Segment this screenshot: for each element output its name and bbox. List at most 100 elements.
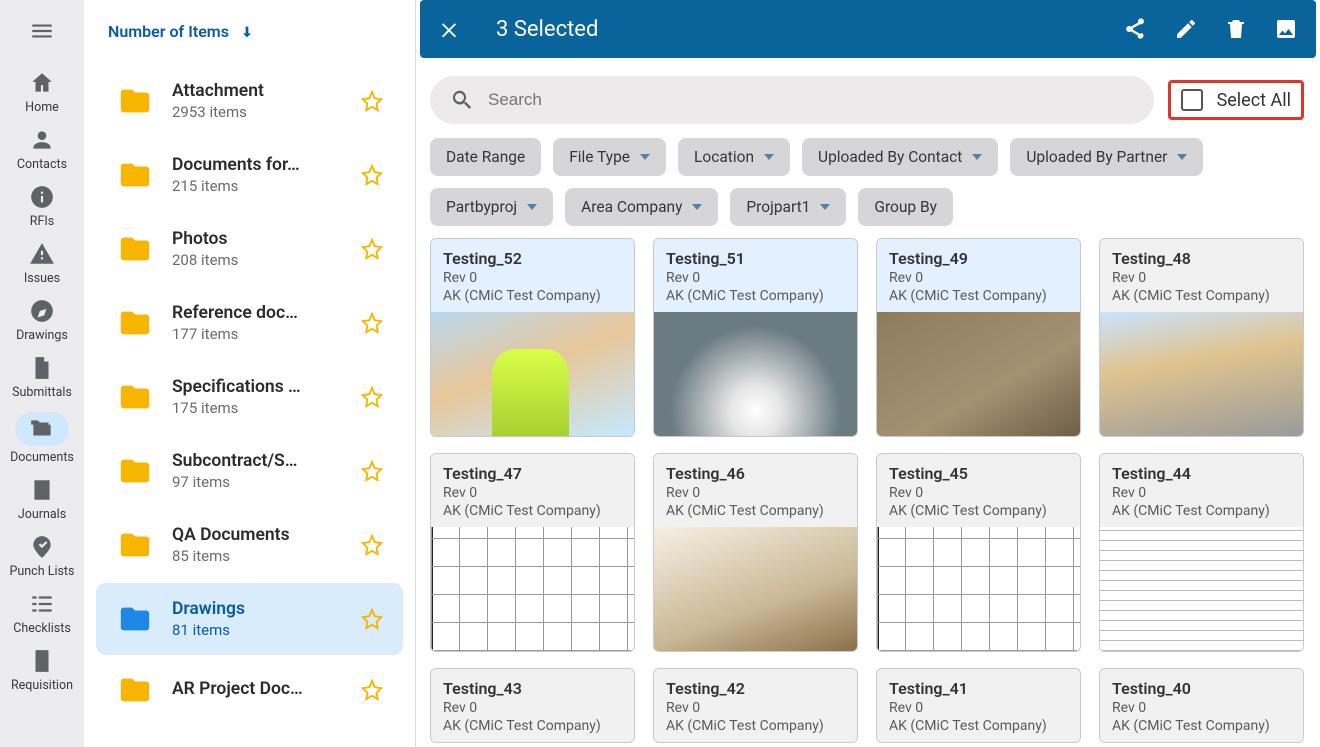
folder-icon: [116, 232, 154, 266]
nav-item-documents[interactable]: Documents: [10, 406, 75, 471]
document-card[interactable]: Testing_43Rev 0AK (CMiC Test Company): [430, 668, 635, 743]
folder-item[interactable]: Attachment 2953 items: [96, 65, 403, 137]
folder-item[interactable]: Reference doc…177 items: [96, 287, 403, 359]
document-card[interactable]: Testing_41Rev 0AK (CMiC Test Company): [876, 668, 1081, 743]
nav-item-journals[interactable]: Journals: [10, 471, 75, 528]
star-icon[interactable]: [361, 164, 383, 186]
document-card[interactable]: Testing_48Rev 0AK (CMiC Test Company): [1099, 238, 1304, 437]
filter-chip-row: Date Range File Type Location Uploaded By C…: [430, 138, 1304, 226]
nav-item-submittals[interactable]: Submittals: [10, 349, 75, 406]
nav-item-requisition[interactable]: Requisition: [10, 642, 75, 699]
star-icon[interactable]: [361, 386, 383, 408]
document-card[interactable]: Testing_44Rev 0AK (CMiC Test Company): [1099, 453, 1304, 652]
star-icon[interactable]: [361, 679, 383, 701]
folder-item[interactable]: Drawings81 items: [96, 583, 403, 655]
card-revision: Rev 0: [1112, 485, 1291, 501]
delete-icon[interactable]: [1224, 17, 1248, 41]
card-company: AK (CMiC Test Company): [889, 718, 1068, 734]
card-header: Testing_40Rev 0AK (CMiC Test Company): [1100, 669, 1303, 742]
folder-name: Attachment: [172, 81, 343, 101]
menu-icon: [29, 18, 55, 44]
arrow-down-icon: [239, 24, 255, 40]
selection-action-bar: 3 Selected: [420, 0, 1316, 58]
card-title: Testing_43: [443, 679, 622, 698]
document-card[interactable]: Testing_45Rev 0AK (CMiC Test Company): [876, 453, 1081, 652]
chevron-down-icon: [764, 154, 774, 160]
nav-item-checklists[interactable]: Checklists: [10, 585, 75, 642]
star-icon[interactable]: [361, 312, 383, 334]
card-thumbnail: [431, 527, 634, 651]
hamburger-menu-button[interactable]: [29, 8, 55, 62]
card-company: AK (CMiC Test Company): [443, 503, 622, 519]
folder-item[interactable]: QA Documents85 items: [96, 509, 403, 581]
folder-icon: [116, 158, 154, 192]
folder-item[interactable]: Documents for…215 items: [96, 139, 403, 211]
share-icon[interactable]: [1124, 17, 1148, 41]
filter-chip[interactable]: Location: [678, 138, 790, 176]
document-card[interactable]: Testing_46Rev 0AK (CMiC Test Company): [653, 453, 858, 652]
card-title: Testing_52: [443, 249, 622, 268]
chevron-down-icon: [972, 154, 982, 160]
filter-chip[interactable]: Projpart1: [730, 188, 846, 226]
document-card[interactable]: Testing_49Rev 0AK (CMiC Test Company): [876, 238, 1081, 437]
nav-item-punch-lists[interactable]: Punch Lists: [10, 528, 75, 585]
folder-item[interactable]: Specifications …175 items: [96, 361, 403, 433]
chevron-down-icon: [527, 204, 537, 210]
edit-icon[interactable]: [1174, 17, 1198, 41]
folder-count: 97 items: [172, 473, 343, 491]
card-title: Testing_49: [889, 249, 1068, 268]
folder-count: 81 items: [172, 621, 343, 639]
card-company: AK (CMiC Test Company): [666, 718, 845, 734]
document-card[interactable]: Testing_42Rev 0AK (CMiC Test Company): [653, 668, 858, 743]
filter-chip[interactable]: Partbyproj: [430, 188, 553, 226]
filter-chip[interactable]: Uploaded By Contact: [802, 138, 998, 176]
home-icon: [29, 70, 55, 96]
star-icon[interactable]: [361, 238, 383, 260]
person-icon: [29, 127, 55, 153]
card-company: AK (CMiC Test Company): [666, 503, 845, 519]
document-card[interactable]: Testing_52Rev 0AK (CMiC Test Company): [430, 238, 635, 437]
nav-item-home[interactable]: Home: [10, 64, 75, 121]
folder-icon: [116, 454, 154, 488]
document-card[interactable]: Testing_40Rev 0AK (CMiC Test Company): [1099, 668, 1304, 743]
star-icon[interactable]: [361, 608, 383, 630]
select-all-label: Select All: [1217, 90, 1291, 111]
folder-sort-header[interactable]: Number of Items: [84, 0, 415, 63]
filter-chip[interactable]: Uploaded By Partner: [1010, 138, 1203, 176]
folder-name: AR Project Doc…: [172, 679, 343, 699]
close-icon[interactable]: [438, 18, 460, 40]
folder-item[interactable]: Subcontract/S…97 items: [96, 435, 403, 507]
image-icon[interactable]: [1274, 17, 1298, 41]
search-box[interactable]: [430, 76, 1154, 124]
chip-label: File Type: [569, 148, 630, 166]
star-icon[interactable]: [361, 534, 383, 556]
card-thumbnail: [877, 312, 1080, 436]
folder-item[interactable]: AR Project Doc…: [96, 657, 403, 723]
document-card[interactable]: Testing_51Rev 0AK (CMiC Test Company): [653, 238, 858, 437]
nav-item-label: Drawings: [16, 328, 68, 343]
card-header: Testing_46Rev 0AK (CMiC Test Company): [654, 454, 857, 527]
star-icon[interactable]: [361, 460, 383, 482]
nav-item-issues[interactable]: Issues: [10, 235, 75, 292]
card-company: AK (CMiC Test Company): [443, 718, 622, 734]
nav-item-rfis[interactable]: RFIs: [10, 178, 75, 235]
card-title: Testing_46: [666, 464, 845, 483]
filter-chip[interactable]: Date Range: [430, 138, 541, 176]
card-title: Testing_40: [1112, 679, 1291, 698]
filter-chip[interactable]: File Type: [553, 138, 666, 176]
card-header: Testing_45Rev 0AK (CMiC Test Company): [877, 454, 1080, 527]
nav-item-drawings[interactable]: Drawings: [10, 292, 75, 349]
folder-name: Reference doc…: [172, 303, 343, 323]
folder-count: 2953 items: [172, 103, 343, 121]
search-input[interactable]: [488, 90, 1134, 110]
select-all-toggle[interactable]: Select All: [1168, 80, 1304, 120]
card-revision: Rev 0: [1112, 270, 1291, 286]
filter-chip[interactable]: Group By: [858, 188, 953, 226]
nav-item-contacts[interactable]: Contacts: [10, 121, 75, 178]
chip-label: Uploaded By Contact: [818, 148, 962, 166]
document-card[interactable]: Testing_47Rev 0AK (CMiC Test Company): [430, 453, 635, 652]
folder-item[interactable]: Photos208 items: [96, 213, 403, 285]
chevron-down-icon: [1177, 154, 1187, 160]
star-icon[interactable]: [361, 90, 383, 112]
filter-chip[interactable]: Area Company: [565, 188, 718, 226]
